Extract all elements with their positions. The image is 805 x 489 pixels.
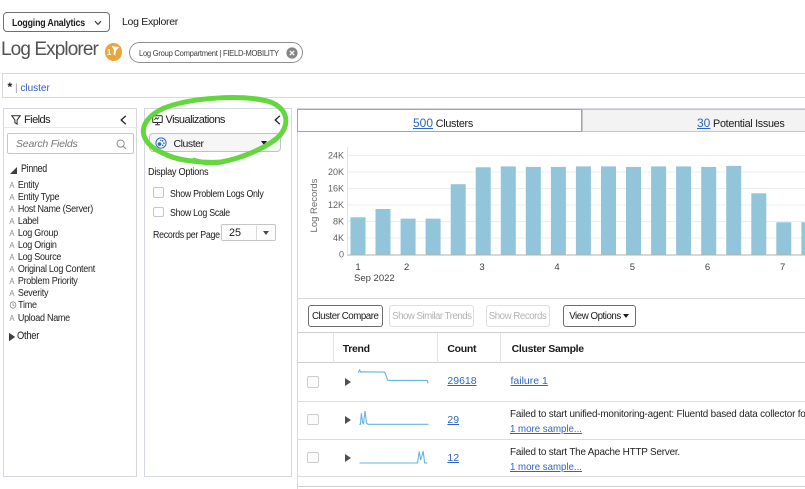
svg-text:3: 3	[479, 262, 484, 273]
svg-text:12K: 12K	[328, 200, 344, 210]
svg-text:2: 2	[404, 262, 409, 273]
svg-text:24K: 24K	[328, 151, 344, 161]
svg-text:Log Records: Log Records	[309, 178, 320, 232]
svg-text:4: 4	[554, 262, 559, 273]
svg-text:8K: 8K	[333, 217, 344, 227]
svg-text:7: 7	[780, 262, 785, 273]
svg-text:4K: 4K	[333, 233, 344, 243]
svg-text:5: 5	[630, 262, 635, 273]
svg-text:1: 1	[355, 262, 360, 273]
svg-text:0: 0	[339, 250, 344, 260]
svg-text:20K: 20K	[328, 167, 344, 177]
svg-text:6: 6	[705, 262, 710, 273]
svg-text:16K: 16K	[328, 184, 344, 194]
svg-text:Sep 2022: Sep 2022	[354, 273, 395, 284]
